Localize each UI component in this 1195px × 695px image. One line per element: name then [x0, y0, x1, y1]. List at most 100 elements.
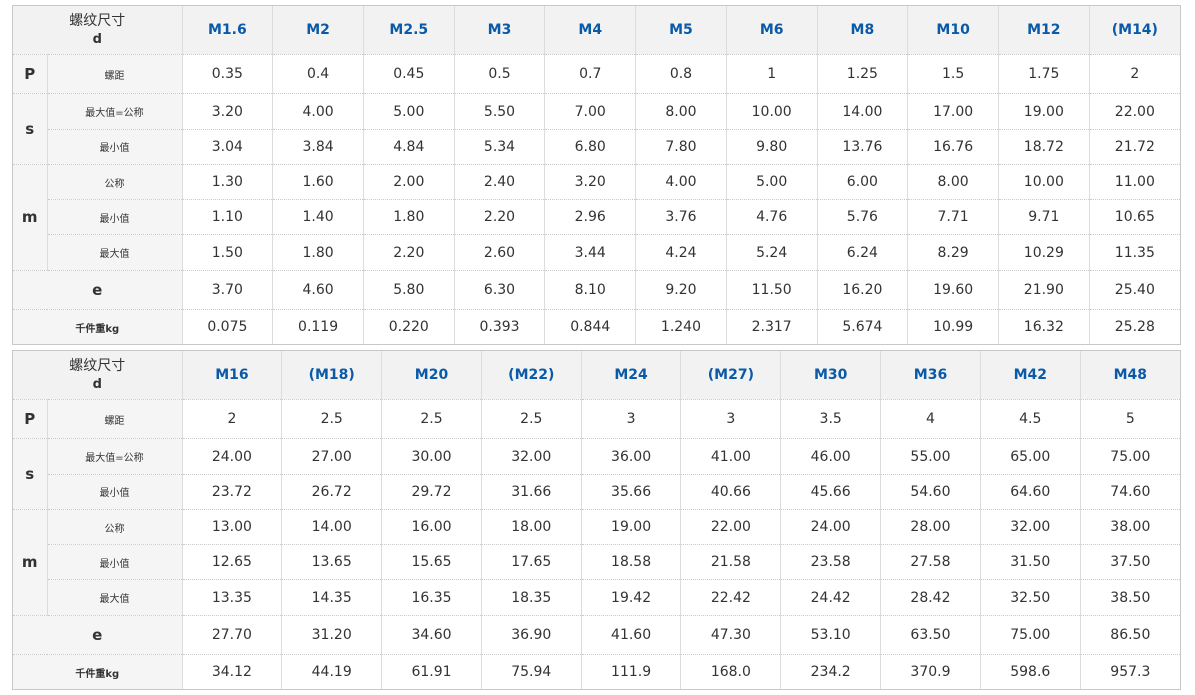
value-cell: 27.00 — [281, 438, 383, 475]
size-header-cell: M2.5 — [363, 6, 455, 55]
value-cell: 4.00 — [635, 164, 727, 201]
s-max-row: s 最大值=公称 24.00 27.00 30.00 32.00 36.00 41.00 46.… — [13, 438, 1180, 510]
value-cell: 5.80 — [363, 270, 455, 311]
value-cell: 16.20 — [817, 270, 909, 311]
value-cell: 3.44 — [544, 234, 637, 271]
value-cell: 5 — [1080, 399, 1180, 440]
value-cell: 13.00 — [182, 509, 283, 546]
thread-size-header: 螺纹尺寸 d — [13, 6, 183, 55]
weight-row-label: 千件重kg — [13, 654, 183, 689]
value-cell: 38.00 — [1080, 509, 1180, 546]
value-cell: 1.25 — [817, 54, 909, 95]
dimensions-table: 螺纹尺寸 d M16 (M18) M20 (M22) M24 (M27) M30 M36 M42 M4… — [13, 351, 1180, 689]
value-cell: 12.65 — [182, 544, 283, 581]
value-cell: 32.00 — [481, 438, 582, 475]
e-row-label: e — [13, 615, 183, 656]
value-cell: 1.80 — [363, 199, 455, 236]
value-cell: 5.34 — [454, 129, 546, 165]
thread-size-label: 螺纹尺寸 — [69, 358, 126, 374]
value-cell: 1.40 — [272, 199, 364, 236]
value-cell: 1 — [726, 54, 818, 95]
m-nominal-row: m 公称 1.30 1.60 2.00 2.40 3.20 4.00 5.00 6.00 8.00 1… — [13, 164, 1180, 271]
value-cell: 22.00 — [680, 509, 782, 546]
value-cell: 111.9 — [581, 654, 682, 689]
value-cell: 10.65 — [1089, 199, 1180, 236]
m-max-row: 最大值 1.50 1.80 2.20 2.60 3.44 4.24 5.24 6.24 8.29 1… — [13, 234, 1180, 271]
value-cell: 21.90 — [998, 270, 1090, 311]
value-cell: 3.04 — [182, 129, 274, 165]
size-header-cell: M5 — [635, 6, 727, 55]
value-cell: 29.72 — [381, 474, 482, 510]
e-row: e 3.70 4.60 5.80 6.30 8.10 9.20 11.50 16.20 19.60… — [13, 270, 1180, 311]
value-cell: 2.20 — [454, 199, 546, 236]
value-cell: 1.80 — [272, 234, 364, 271]
m-nominal-row-label: 公称 — [47, 164, 183, 201]
pitch-row: P 螺距 0.35 0.4 0.45 0.5 0.7 0.8 1 1.25 1.5 1.75 2 — [13, 54, 1180, 95]
e-row-label: e — [13, 270, 183, 311]
value-cell: 8.29 — [907, 234, 999, 271]
value-cell: 1.60 — [272, 164, 364, 201]
size-header-cell: M6 — [726, 6, 818, 55]
s-min-row-label: 最小值 — [47, 474, 183, 510]
thread-size-symbol: d — [92, 32, 102, 47]
s-max-row-label: 最大值=公称 — [47, 93, 183, 130]
value-cell: 24.00 — [780, 509, 882, 546]
value-cell: 11.35 — [1089, 234, 1180, 271]
value-cell: 25.40 — [1089, 270, 1180, 311]
size-header-cell: M3 — [454, 6, 546, 55]
value-cell: 6.00 — [817, 164, 909, 201]
value-cell: 8.10 — [544, 270, 637, 311]
value-cell: 4.00 — [272, 93, 364, 130]
size-header-cell: (M27) — [680, 351, 782, 400]
value-cell: 4.84 — [363, 129, 455, 165]
value-cell: 2.5 — [381, 399, 482, 440]
value-cell: 18.72 — [998, 129, 1090, 165]
value-cell: 31.50 — [980, 544, 1081, 581]
size-header-row: 螺纹尺寸 d M16 (M18) M20 (M22) M24 (M27) M30 M36 M42 M4… — [13, 351, 1180, 400]
value-cell: 30.00 — [381, 438, 482, 475]
value-cell: 54.60 — [880, 474, 981, 510]
value-cell: 34.60 — [381, 615, 482, 656]
weight-row: 千件重kg 0.075 0.119 0.220 0.393 0.844 1.240 2.317… — [13, 309, 1180, 344]
value-cell: 0.7 — [544, 54, 637, 95]
size-header-cell: M20 — [381, 351, 482, 400]
value-cell: 2.60 — [454, 234, 546, 271]
nut-dimensions-table-1: 螺纹尺寸 d M1.6 M2 M2.5 M3 M4 M5 M6 M8 M10 M12 (M14) P 螺距 0… — [12, 5, 1181, 345]
size-header-cell: M1.6 — [182, 6, 274, 55]
value-cell: 0.4 — [272, 54, 364, 95]
value-cell: 19.60 — [907, 270, 999, 311]
value-cell: 21.58 — [680, 544, 782, 581]
dimensions-table: 螺纹尺寸 d M1.6 M2 M2.5 M3 M4 M5 M6 M8 M10 M12 (M14) P 螺距 0… — [13, 6, 1180, 344]
value-cell: 15.65 — [381, 544, 482, 581]
value-cell: 28.00 — [880, 509, 981, 546]
value-cell: 26.72 — [281, 474, 383, 510]
value-cell: 31.20 — [281, 615, 383, 656]
value-cell: 1.30 — [182, 164, 274, 201]
size-header-cell: M30 — [780, 351, 882, 400]
p-group-label: P — [13, 54, 48, 95]
value-cell: 1.50 — [182, 234, 274, 271]
pitch-row-label: 螺距 — [47, 399, 183, 440]
value-cell: 6.30 — [454, 270, 546, 311]
m-nominal-row-label: 公称 — [47, 509, 183, 546]
value-cell: 5.24 — [726, 234, 818, 271]
value-cell: 32.50 — [980, 579, 1081, 616]
s-group-label: s — [13, 93, 48, 165]
size-header-cell: M2 — [272, 6, 364, 55]
m-min-row-label: 最小值 — [47, 544, 183, 581]
value-cell: 5.76 — [817, 199, 909, 236]
weight-row-label: 千件重kg — [13, 309, 183, 344]
value-cell: 16.32 — [998, 309, 1090, 344]
e-row: e 27.70 31.20 34.60 36.90 41.60 47.30 53.10 63.5… — [13, 615, 1180, 656]
value-cell: 0.844 — [544, 309, 637, 344]
value-cell: 1.10 — [182, 199, 274, 236]
value-cell: 63.50 — [880, 615, 981, 656]
value-cell: 5.00 — [363, 93, 455, 130]
value-cell: 40.66 — [680, 474, 782, 510]
value-cell: 598.6 — [980, 654, 1081, 689]
value-cell: 13.76 — [817, 129, 909, 165]
value-cell: 10.29 — [998, 234, 1090, 271]
size-header-cell: (M18) — [281, 351, 383, 400]
value-cell: 3.5 — [780, 399, 882, 440]
value-cell: 9.20 — [635, 270, 727, 311]
